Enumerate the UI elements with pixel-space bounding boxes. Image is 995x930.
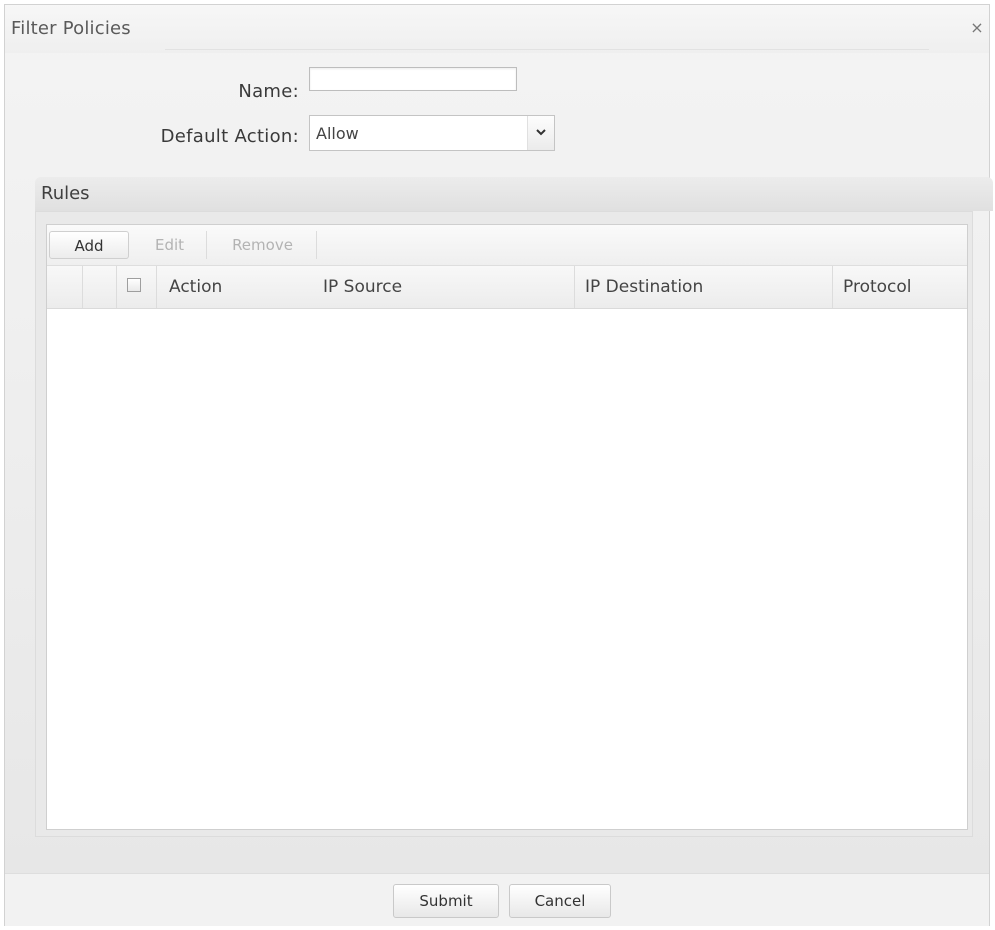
title-divider [165,49,929,50]
rules-toolbar: Add Edit Remove [47,225,967,266]
default-action-value: Allow [316,124,359,143]
rules-title: Rules [41,183,90,204]
chevron-down-icon [536,129,546,136]
dialog-footer: Submit Cancel [5,873,989,926]
column-ip-source[interactable]: IP Source [317,266,575,308]
add-rule-button[interactable]: Add [49,231,129,259]
select-all-checkbox[interactable] [127,278,141,292]
dropdown-button[interactable] [527,116,554,150]
select-all-column [117,266,157,308]
name-input[interactable] [309,67,517,91]
rules-column-header: Action IP Source IP Destination Protocol [47,266,967,309]
rules-section-header: Rules [35,177,993,211]
column-ip-destination[interactable]: IP Destination [575,266,833,308]
submit-button[interactable]: Submit [393,884,499,918]
column-action[interactable]: Action [157,266,317,308]
default-action-select[interactable]: Allow [309,115,555,151]
filter-policies-dialog: Filter Policies × Name: Default Action: … [4,4,993,926]
rules-panel: Add Edit Remove Action IP Source IP Dest… [35,211,973,837]
dialog-title: Filter Policies [11,18,131,39]
rules-grid: Add Edit Remove Action IP Source IP Dest… [46,224,968,830]
column-protocol[interactable]: Protocol [833,266,968,308]
name-label: Name: [238,81,299,102]
dialog-titlebar: Filter Policies × [5,5,989,53]
column-spacer-1 [47,266,83,308]
default-action-label: Default Action: [160,126,299,147]
remove-rule-button[interactable]: Remove [209,231,317,259]
rules-grid-body [47,309,967,829]
close-icon[interactable]: × [969,19,985,37]
edit-rule-button[interactable]: Edit [133,231,207,259]
column-spacer-2 [83,266,117,308]
cancel-button[interactable]: Cancel [509,884,611,918]
